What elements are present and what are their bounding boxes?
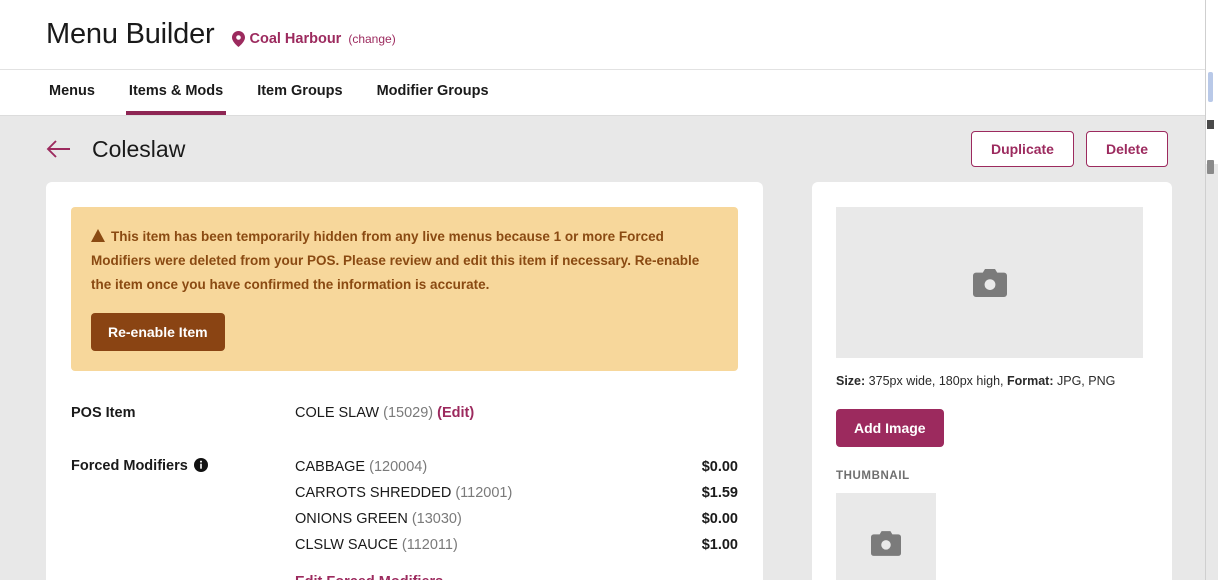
modifier-code: (120004) — [369, 459, 428, 476]
warning-triangle-icon — [91, 229, 105, 242]
page-content: This item has been temporarily hidden fr… — [0, 182, 1218, 580]
camera-icon — [871, 530, 901, 556]
image-size-note: Size: 375px wide, 180px high, Format: JP… — [836, 374, 1148, 388]
forced-modifiers-label: Forced Modifiers — [71, 456, 295, 580]
info-circle-icon[interactable] — [193, 458, 208, 473]
pos-item-value: COLE SLAW (15029) (Edit) — [295, 403, 738, 424]
modifier-name-cell: ONIONS GREEN (13030) — [295, 509, 462, 530]
modifier-name-cell: CABBAGE (120004) — [295, 457, 427, 478]
forced-modifiers-list: CABBAGE (120004) $0.00 CARROTS SHREDDED … — [295, 456, 738, 580]
modifier-name: ONIONS GREEN — [295, 511, 408, 528]
forced-modifiers-label-text: Forced Modifiers — [71, 458, 188, 475]
modifier-name-cell: CLSLW SAUCE (112011) — [295, 535, 458, 556]
item-details-card: This item has been temporarily hidden fr… — [46, 182, 763, 580]
format-value: JPG, PNG — [1057, 374, 1116, 388]
tab-item-groups[interactable]: Item Groups — [254, 70, 345, 115]
size-value: 375px wide, 180px high, — [868, 374, 1004, 388]
modifier-row: CARROTS SHREDDED (112001) $1.59 — [295, 482, 738, 508]
app-header: Menu Builder Coal Harbour (change) — [0, 0, 1218, 70]
thumbnail-section-label: THUMBNAIL — [836, 470, 910, 482]
modifier-code: (112001) — [455, 485, 513, 502]
duplicate-button[interactable]: Duplicate — [970, 130, 1074, 168]
modifier-row: ONIONS GREEN (13030) $0.00 — [295, 508, 738, 534]
item-image-card: Size: 375px wide, 180px high, Format: JP… — [812, 182, 1172, 580]
tab-menus[interactable]: Menus — [46, 70, 98, 115]
camera-icon — [972, 268, 1007, 297]
size-label: Size: — [836, 374, 866, 388]
edit-forced-modifiers-link[interactable]: Edit Forced Modifiers — [295, 574, 443, 580]
alert-message: This item has been temporarily hidden fr… — [91, 229, 700, 293]
modifier-price: $0.00 — [701, 511, 738, 528]
pos-item-label: POS Item — [71, 405, 136, 422]
pos-item-code: (15029) — [383, 405, 434, 422]
app-title: Menu Builder — [46, 18, 215, 50]
modifier-price: $0.00 — [701, 459, 738, 476]
page-scrollbar[interactable] — [1205, 0, 1218, 580]
modifier-price: $1.59 — [701, 485, 738, 502]
tab-items-and-mods[interactable]: Items & Mods — [125, 70, 227, 115]
page-actions: Duplicate Delete — [970, 130, 1168, 168]
modifier-name-cell: CARROTS SHREDDED (112001) — [295, 483, 512, 504]
add-image-button[interactable]: Add Image — [836, 409, 944, 447]
page-title: Coleslaw — [92, 135, 186, 162]
modifier-price: $1.00 — [701, 537, 738, 554]
location-name: Coal Harbour — [249, 30, 342, 47]
thumbnail-placeholder[interactable] — [836, 493, 936, 580]
forced-modifiers-row: Forced Modifiers CABBAGE (120004) $0.00 — [71, 456, 738, 580]
modifier-code: (112011) — [401, 537, 458, 554]
location-change-link[interactable]: (change) — [348, 32, 395, 46]
scrollbar-thumb[interactable] — [1208, 72, 1213, 102]
scrollbar-marker — [1207, 120, 1214, 129]
map-pin-icon — [232, 30, 246, 47]
location-selector[interactable]: Coal Harbour (change) — [232, 23, 396, 47]
page-header: Coleslaw Duplicate Delete — [0, 116, 1218, 182]
modifier-name: CARROTS SHREDDED — [295, 485, 452, 502]
pos-item-row: POS Item COLE SLAW (15029) (Edit) — [71, 403, 738, 424]
alert-message-row: This item has been temporarily hidden fr… — [91, 225, 718, 297]
modifier-row: CLSLW SAUCE (112011) $1.00 — [295, 534, 738, 560]
modifier-code: (13030) — [411, 511, 462, 528]
scrollbar-track — [1206, 164, 1218, 580]
menu-builder-app: Menu Builder Coal Harbour (change) Menus… — [0, 0, 1218, 580]
re-enable-item-button[interactable]: Re-enable Item — [91, 313, 225, 352]
modifier-name: CLSLW SAUCE — [295, 537, 398, 554]
arrow-left-icon[interactable] — [46, 138, 72, 160]
main-tabs: Menus Items & Mods Item Groups Modifier … — [0, 70, 1218, 116]
modifier-row: CABBAGE (120004) $0.00 — [295, 456, 738, 482]
pos-item-edit-link[interactable]: (Edit) — [437, 405, 474, 421]
scrollbar-marker-secondary — [1207, 160, 1214, 174]
main-image-placeholder[interactable] — [836, 207, 1143, 358]
edit-forced-modifiers-row: Edit Forced Modifiers — [295, 572, 738, 580]
delete-button[interactable]: Delete — [1085, 130, 1168, 168]
hidden-item-alert: This item has been temporarily hidden fr… — [71, 207, 738, 372]
tab-modifier-groups[interactable]: Modifier Groups — [374, 70, 492, 115]
pos-item-name: COLE SLAW — [295, 405, 380, 422]
format-label: Format: — [1006, 374, 1054, 388]
modifier-name: CABBAGE — [295, 459, 366, 476]
